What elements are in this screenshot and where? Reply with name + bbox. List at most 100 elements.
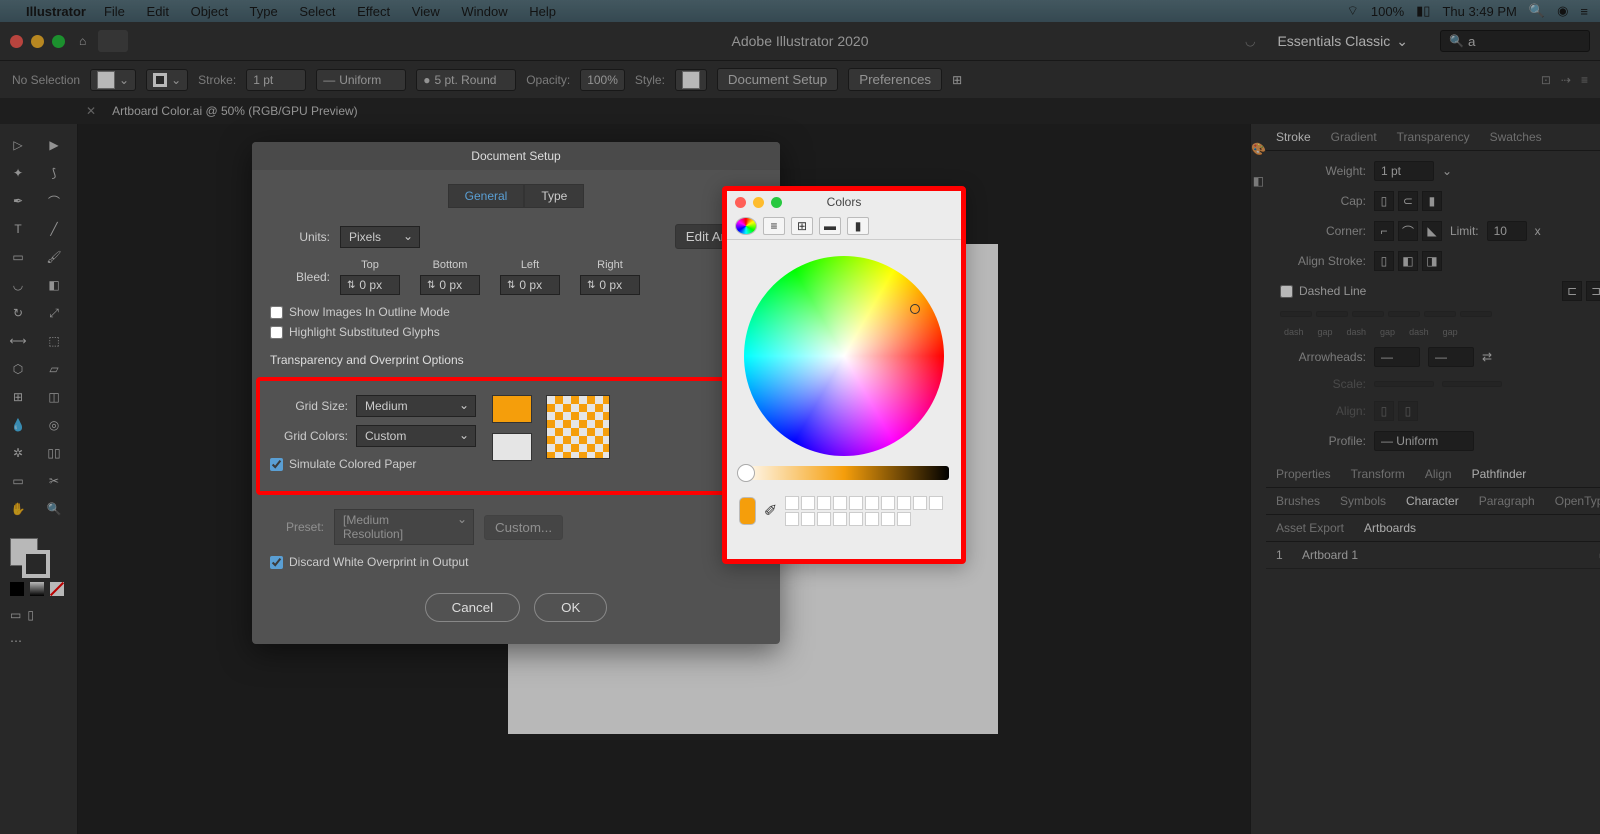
ctrl-icon2[interactable]: ⇢ xyxy=(1561,73,1571,87)
slice-tool[interactable]: ✂ xyxy=(36,468,72,494)
grid-color1-swatch[interactable] xyxy=(492,395,532,423)
brush-dd[interactable]: ● 5 pt. Round xyxy=(416,69,516,91)
cancel-button[interactable]: Cancel xyxy=(425,593,521,622)
stroke-weight-dd[interactable]: 1 pt xyxy=(246,69,306,91)
search-box[interactable]: 🔍 xyxy=(1440,30,1590,52)
grid-size-dd[interactable]: Medium xyxy=(356,395,476,417)
saved-swatch[interactable] xyxy=(833,512,847,526)
paintbrush-tool[interactable]: 🖌 xyxy=(36,244,72,270)
ctrl-icon3[interactable]: ≡ xyxy=(1581,73,1588,87)
artboard-list-item[interactable]: 1 Artboard 1 ▭ xyxy=(1266,542,1600,569)
document-setup-button[interactable]: Document Setup xyxy=(717,68,838,91)
tab-opentype[interactable]: OpenType xyxy=(1545,488,1600,514)
saved-swatch[interactable] xyxy=(881,496,895,510)
tab-transparency[interactable]: Transparency xyxy=(1387,124,1480,150)
tab-gradient[interactable]: Gradient xyxy=(1321,124,1387,150)
current-color-swatch[interactable] xyxy=(739,497,756,525)
brightness-thumb[interactable] xyxy=(737,464,755,482)
gap-2[interactable] xyxy=(1388,311,1420,317)
scale-start[interactable] xyxy=(1374,381,1434,387)
arrow-start-dd[interactable]: — xyxy=(1374,347,1420,367)
width-tool[interactable]: ⟷ xyxy=(0,328,36,354)
simulate-paper-checkbox[interactable] xyxy=(270,458,283,471)
cap-butt[interactable]: ▯ xyxy=(1374,191,1394,211)
glyphs-checkbox[interactable] xyxy=(270,326,283,339)
tab-character[interactable]: Character xyxy=(1396,488,1469,514)
opacity-dd[interactable]: 100% xyxy=(580,69,625,91)
fill-swatch-dd[interactable]: ⌄ xyxy=(90,69,136,91)
maximize-window-button[interactable] xyxy=(52,35,65,48)
custom-button[interactable]: Custom... xyxy=(484,515,563,540)
tab-general[interactable]: General xyxy=(448,184,525,208)
none-mode-icon[interactable] xyxy=(50,582,64,596)
line-tool[interactable]: ╱ xyxy=(36,216,72,242)
app-name[interactable]: Illustrator xyxy=(26,4,86,19)
saved-swatch[interactable] xyxy=(881,512,895,526)
menu-help[interactable]: Help xyxy=(529,4,556,19)
notification-icon[interactable]: ≡ xyxy=(1580,4,1588,19)
saved-swatch[interactable] xyxy=(897,512,911,526)
type-tool[interactable]: T xyxy=(0,216,36,242)
menu-effect[interactable]: Effect xyxy=(357,4,390,19)
menu-type[interactable]: Type xyxy=(250,4,278,19)
hand-tool[interactable]: ✋ xyxy=(0,496,36,522)
dashed-checkbox[interactable] xyxy=(1280,285,1293,298)
layers-dock-icon[interactable]: ◧ xyxy=(1253,174,1264,188)
brightness-slider[interactable] xyxy=(739,466,949,480)
search-input[interactable] xyxy=(1468,34,1581,49)
screen-mode-full-icon[interactable]: ▯ xyxy=(27,608,34,622)
panel-menu-icon[interactable]: ≡ xyxy=(1593,124,1600,150)
zoom-tool[interactable]: 🔍 xyxy=(36,496,72,522)
bleed-top-input[interactable]: 0 px xyxy=(340,275,400,295)
tab-close-icon[interactable]: ✕ xyxy=(86,104,96,118)
eyedropper-icon[interactable]: ✐ xyxy=(764,501,777,521)
shaper-tool[interactable]: ◡ xyxy=(0,272,36,298)
stroke-type-dd[interactable]: — Uniform xyxy=(316,69,406,91)
color-dock-icon[interactable]: 🎨 xyxy=(1251,142,1266,156)
saved-swatch[interactable] xyxy=(865,512,879,526)
menu-object[interactable]: Object xyxy=(191,4,229,19)
perspective-tool[interactable]: ▱ xyxy=(36,356,72,382)
limit-input[interactable]: 10 xyxy=(1487,221,1527,241)
tab-transform[interactable]: Transform xyxy=(1341,461,1415,487)
bleed-right-input[interactable]: 0 px xyxy=(580,275,640,295)
tab-asset-export[interactable]: Asset Export xyxy=(1266,515,1354,541)
tab-brushes[interactable]: Brushes xyxy=(1266,488,1330,514)
gradient-tool[interactable]: ◫ xyxy=(36,384,72,410)
cp-mode-palettes[interactable]: ⊞ xyxy=(791,217,813,235)
view-mode-dd[interactable] xyxy=(98,30,128,52)
color-mode-icon[interactable] xyxy=(10,582,24,596)
close-window-button[interactable] xyxy=(10,35,23,48)
units-dd[interactable]: Pixels xyxy=(340,226,420,248)
free-transform-tool[interactable]: ⬚ xyxy=(36,328,72,354)
siri-icon[interactable]: ◉ xyxy=(1557,3,1568,19)
color-wheel-marker[interactable] xyxy=(910,304,920,314)
profile-dd[interactable]: — Uniform xyxy=(1374,431,1474,451)
curvature-tool[interactable]: ⌒ xyxy=(36,188,72,214)
dash-1[interactable] xyxy=(1280,311,1312,317)
menu-window[interactable]: Window xyxy=(461,4,507,19)
dash-btn1[interactable]: ⊏ xyxy=(1562,281,1582,301)
saved-swatch[interactable] xyxy=(849,512,863,526)
saved-swatch[interactable] xyxy=(897,496,911,510)
tab-symbols[interactable]: Symbols xyxy=(1330,488,1396,514)
ok-button[interactable]: OK xyxy=(534,593,607,622)
column-graph-tool[interactable]: ▯▯ xyxy=(36,440,72,466)
workspace-switcher[interactable]: Essentials Classic xyxy=(1269,29,1426,54)
edit-toolbar-icon[interactable]: ⋯ xyxy=(10,634,22,648)
scale-end[interactable] xyxy=(1442,381,1502,387)
home-icon[interactable]: ⌂ xyxy=(79,34,86,48)
arrow-end-dd[interactable]: — xyxy=(1428,347,1474,367)
style-dd[interactable] xyxy=(675,69,707,91)
mesh-tool[interactable]: ⊞ xyxy=(0,384,36,410)
shape-builder-tool[interactable]: ⬡ xyxy=(0,356,36,382)
tab-paragraph[interactable]: Paragraph xyxy=(1469,488,1545,514)
lasso-tool[interactable]: ⟆ xyxy=(36,160,72,186)
cloud-icon[interactable]: ◡ xyxy=(1245,34,1255,48)
align-inside[interactable]: ◧ xyxy=(1398,251,1418,271)
weight-dd-icon[interactable]: ⌄ xyxy=(1442,164,1452,178)
minimize-window-button[interactable] xyxy=(31,35,44,48)
tab-properties[interactable]: Properties xyxy=(1266,461,1341,487)
corner-bevel[interactable]: ◣ xyxy=(1422,221,1442,241)
preferences-button[interactable]: Preferences xyxy=(848,68,942,91)
